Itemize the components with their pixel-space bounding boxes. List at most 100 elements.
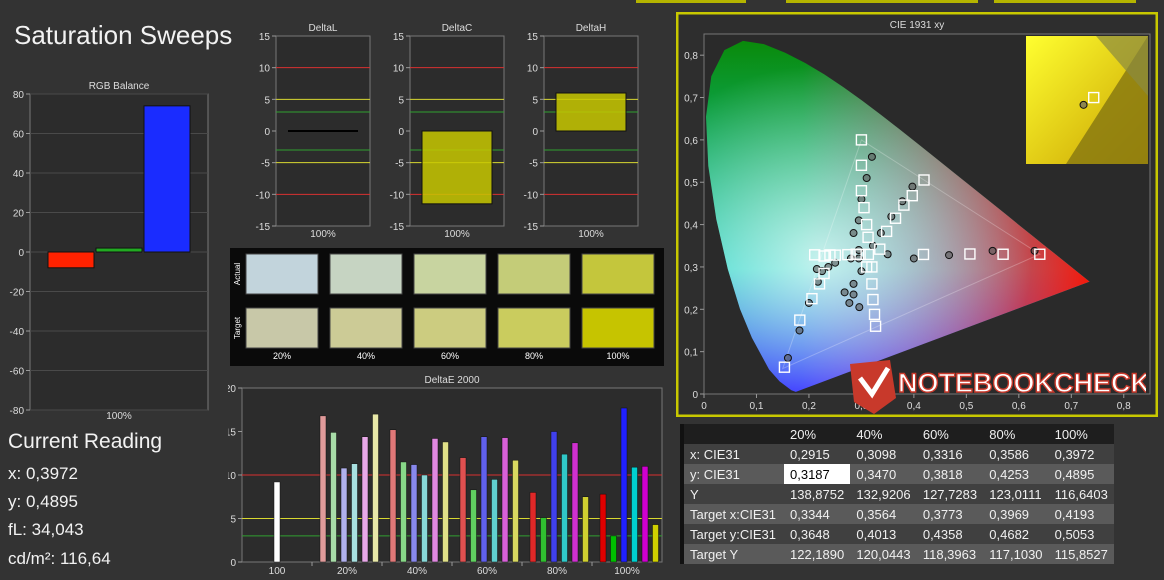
y-tick-label: 0,2 [684, 305, 698, 316]
table-cell[interactable]: 0,4682 [983, 524, 1049, 544]
table-cell[interactable]: 0,3344 [784, 504, 851, 524]
table-cell[interactable]: 0,2915 [784, 444, 851, 464]
deltae-bar [501, 437, 509, 563]
current-reading-title: Current Reading [8, 430, 163, 453]
y-tick-label: 0 [18, 248, 24, 259]
table-cell[interactable]: 0,3773 [916, 504, 984, 524]
table-row[interactable]: x: CIE31 0,2915 0,3098 0,3316 0,3586 0,3… [680, 444, 1114, 464]
table-cell[interactable]: 0,3972 [1048, 444, 1114, 464]
y-tick-label: -5 [529, 159, 538, 170]
table-header-cell: 100% [1048, 424, 1114, 444]
table-row[interactable]: Target y:CIE31 0,3648 0,4013 0,4358 0,46… [680, 524, 1114, 544]
table-cell[interactable]: 0,3470 [850, 464, 917, 484]
table-cell[interactable]: 0,3648 [784, 524, 851, 544]
delta-chart-title: DeltaH [576, 23, 607, 34]
reading-y: y: 0,4895 [8, 492, 78, 511]
deltae-bar [351, 463, 358, 563]
y-tick-label: -10 [256, 190, 271, 201]
y-tick-label: 0,1 [684, 348, 698, 359]
swatch-label: 60% [441, 351, 459, 361]
table-cell[interactable]: 127,7283 [916, 484, 984, 504]
table-cell[interactable]: 0,4193 [1048, 504, 1114, 524]
actual-swatch [329, 253, 403, 295]
table-row[interactable]: Target x:CIE31 0,3344 0,3564 0,3773 0,39… [680, 504, 1114, 524]
cie-1931-chart: CIE 1931 xy0 0,1 0,2 0,3 0,4 0,5 0,6 0,7 0,80,80… [676, 12, 1158, 417]
measured-point [887, 212, 896, 221]
y-tick-label: -10 [390, 190, 405, 201]
rgb-bar-green [95, 247, 143, 253]
y-tick-label: -5 [261, 159, 270, 170]
table-cell[interactable]: 0,4253 [983, 464, 1049, 484]
table-cell[interactable]: 0,3316 [916, 444, 984, 464]
table-cell[interactable]: 0,3564 [850, 504, 917, 524]
reading-x: x: 0,3972 [8, 464, 78, 483]
table-cell[interactable]: 0,4358 [916, 524, 984, 544]
y-tick-label: -5 [395, 159, 404, 170]
measured-point [845, 298, 854, 307]
table-cell[interactable]: 120,0443 [850, 544, 917, 564]
deltae-bar [550, 431, 558, 563]
table-cell[interactable]: 0,4013 [850, 524, 917, 544]
table-cell[interactable]: 0,3098 [850, 444, 917, 464]
measured-point [945, 251, 954, 260]
y-tick-label: 0,7 [684, 94, 698, 105]
x-tick-label: 0,1 [750, 401, 764, 412]
table-cell[interactable]: 122,1890 [784, 544, 851, 564]
target-swatch [581, 307, 655, 349]
table-cell[interactable]: 0,5053 [1048, 524, 1114, 544]
deltae-bar [431, 438, 439, 563]
x-axis-label: 100% [106, 411, 132, 422]
actual-swatch [413, 253, 487, 295]
table-cell-selected[interactable]: 0,3187 [784, 464, 851, 484]
deltae-bar [620, 407, 628, 563]
swatch-label: 20% [273, 351, 291, 361]
deltae-bar [372, 413, 379, 563]
measured-point [908, 182, 917, 191]
y-tick-label: 20 [13, 209, 25, 220]
table-cell[interactable]: 0,3818 [916, 464, 984, 484]
deltae-bar [361, 436, 369, 563]
deltae-bar [319, 415, 327, 563]
deltae-bar [400, 461, 407, 563]
cie-title: CIE 1931 xy [890, 20, 944, 31]
y-tick-label: 80 [13, 90, 25, 101]
top-toolbar-strip [786, 0, 978, 3]
y-tick-label: 0 [532, 127, 538, 138]
table-cell[interactable]: 138,8752 [784, 484, 851, 504]
table-cell[interactable]: 117,1030 [983, 544, 1049, 564]
table-row[interactable]: y: CIE31 0,3187 0,3470 0,3818 0,4253 0,4… [680, 464, 1114, 484]
rgb-balance-title: RGB Balance [89, 81, 150, 92]
delta-bar [555, 92, 627, 132]
table-row[interactable]: Y 138,8752 132,9206 127,7283 123,0111 11… [680, 484, 1114, 504]
y-tick-label: 0 [692, 390, 698, 401]
table-cell[interactable]: 123,0111 [983, 484, 1049, 504]
y-tick-label: 5 [230, 515, 236, 526]
page-title: Saturation Sweeps [14, 20, 233, 50]
table-cell[interactable]: 116,6403 [1048, 484, 1114, 504]
measured-point [898, 197, 907, 206]
watermark-text: NOTEBOOKCHECK [898, 368, 1146, 398]
deltae-bar [512, 459, 519, 563]
table-cell[interactable]: 115,8527 [1048, 544, 1114, 564]
deltae-bar [631, 466, 638, 563]
zoom-measured-point [1079, 100, 1088, 109]
table-row-label: Target y:CIE31 [684, 524, 784, 544]
y-tick-label: 0,3 [684, 263, 698, 274]
table-cell[interactable]: 118,3963 [916, 544, 984, 564]
table-header-cell [684, 424, 784, 444]
y-tick-label: 10 [228, 471, 236, 482]
y-tick-label: 0 [398, 127, 404, 138]
table-cell[interactable]: 0,4895 [1048, 464, 1114, 484]
table-cell[interactable]: 132,9206 [850, 484, 917, 504]
deltae-title: DeltaE 2000 [424, 375, 479, 386]
rgb-balance-chart: RGB Balance 80 60 40 20 0 -20 -40 -60 -80 100% [10, 81, 209, 422]
y-tick-label: 20 [228, 384, 236, 395]
table-cell[interactable]: 0,3586 [983, 444, 1049, 464]
actual-row-label: Actual [233, 263, 242, 285]
table-cell[interactable]: 0,3969 [983, 504, 1049, 524]
y-tick-label: 0,6 [684, 136, 698, 147]
table-row[interactable]: Target Y 122,1890 120,0443 118,3963 117,… [680, 544, 1114, 564]
color-swatch-panel: Actual Target 20% 40% 60% 80% 100% [230, 248, 664, 366]
deltae-bar [641, 466, 649, 563]
deltae-bar [652, 524, 659, 563]
